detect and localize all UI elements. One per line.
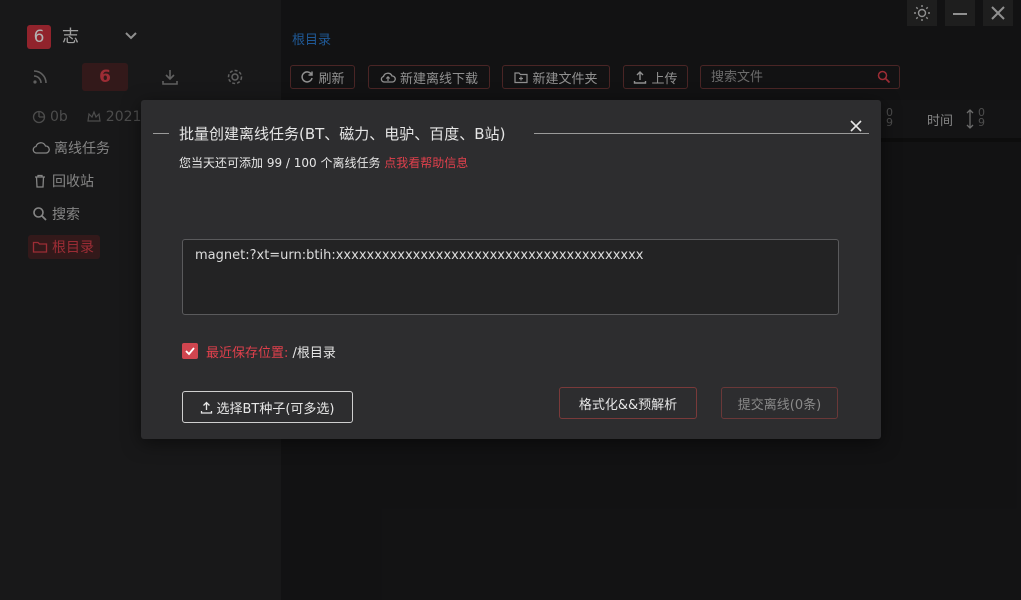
magnet-input[interactable]: magnet:?xt=urn:btih:xxxxxxxxxxxxxxxxxxxx… [182, 239, 839, 315]
save-location-checkbox[interactable] [182, 343, 198, 359]
batch-offline-dialog: 批量创建离线任务(BT、磁力、电驴、百度、B站) 您当天还可添加 99 / 10… [141, 100, 881, 439]
help-link[interactable]: 点我看帮助信息 [384, 156, 468, 170]
title-divider [534, 133, 869, 134]
select-bt-button[interactable]: 选择BT种子(可多选) [182, 391, 353, 423]
close-icon [850, 120, 862, 132]
quota-text: 您当天还可添加 99 / 100 个离线任务 [179, 156, 385, 170]
title-divider [153, 133, 169, 134]
submit-offline-button[interactable]: 提交离线(0条) [721, 387, 838, 419]
save-location-row: 最近保存位置: /根目录 [206, 342, 336, 361]
format-parse-button[interactable]: 格式化&&预解析 [559, 387, 697, 419]
upload-icon [201, 401, 213, 414]
dialog-subtitle: 您当天还可添加 99 / 100 个离线任务 点我看帮助信息 [179, 154, 468, 171]
dialog-close-button[interactable] [845, 115, 867, 137]
save-location-path: /根目录 [288, 346, 336, 361]
check-icon [185, 347, 195, 356]
save-location-label[interactable]: 最近保存位置: [206, 346, 288, 361]
dialog-title: 批量创建离线任务(BT、磁力、电驴、百度、B站) [179, 125, 506, 143]
